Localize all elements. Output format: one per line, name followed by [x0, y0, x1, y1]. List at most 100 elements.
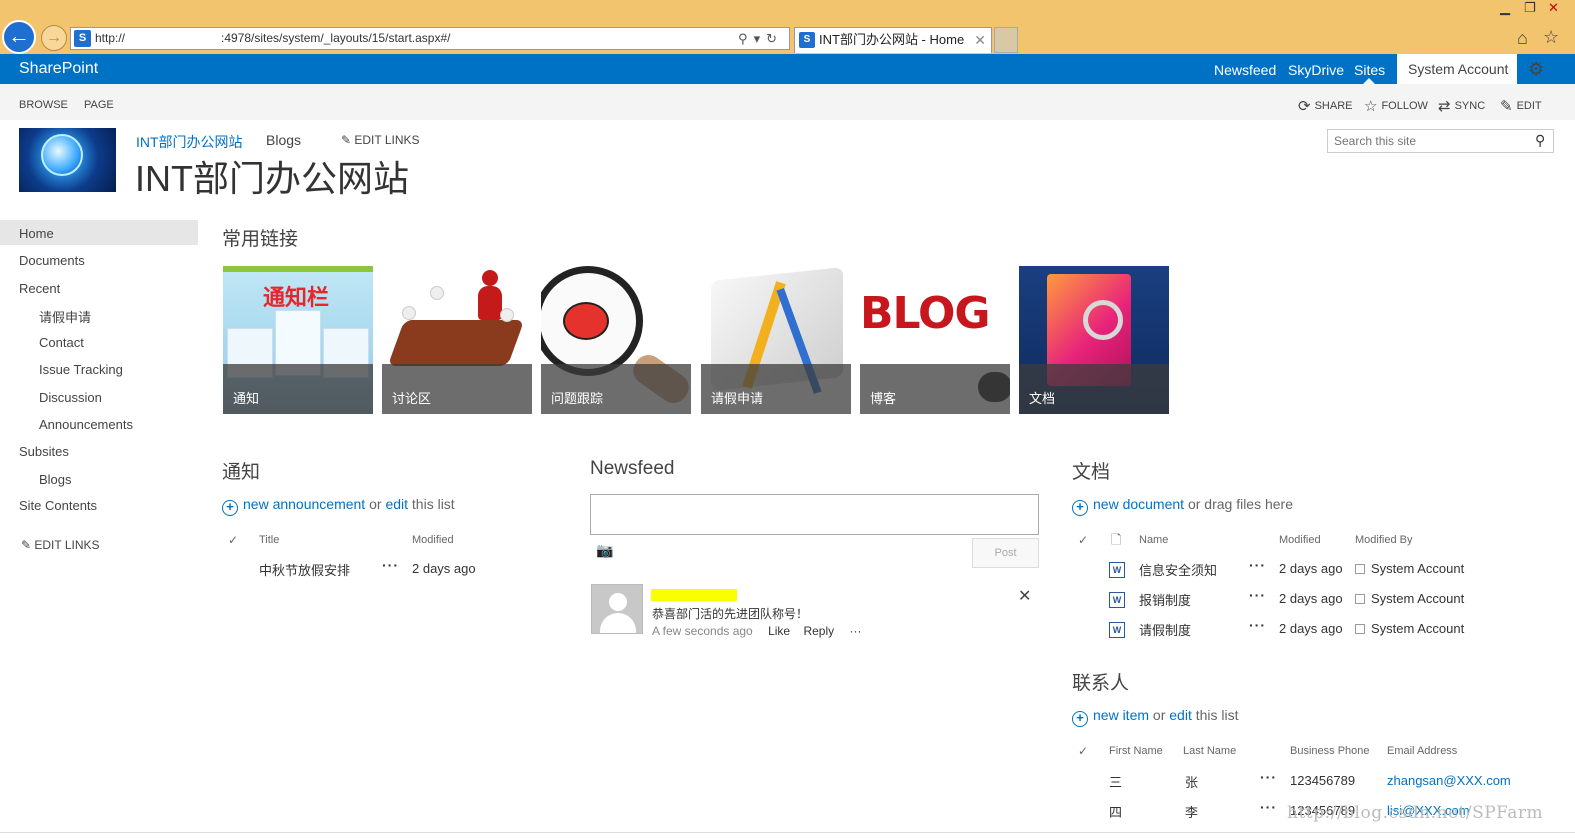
select-all-check-icon[interactable]: ✓ [1078, 533, 1088, 547]
leftnav-edit-links[interactable]: ✎ EDIT LINKS [21, 538, 100, 552]
tab-page[interactable]: PAGE [84, 99, 114, 111]
this-list-label: this list [411, 496, 455, 512]
tile-blog[interactable]: BLOG 博客 [860, 266, 1010, 414]
contact-first-name[interactable]: 四 [1109, 802, 1122, 821]
reply-link[interactable]: Reply [803, 624, 834, 638]
contact-email-link[interactable]: zhangsan@XXX.com [1387, 773, 1511, 788]
col-email[interactable]: Email Address [1387, 745, 1457, 757]
new-tab-button[interactable] [994, 27, 1018, 53]
col-title[interactable]: Title [259, 534, 279, 546]
address-tools-icon[interactable]: ⚲▾↻ [738, 28, 783, 49]
leftnav-recent[interactable]: Recent [19, 281, 60, 296]
col-name[interactable]: Name [1139, 534, 1168, 546]
item-menu-icon[interactable]: ··· [382, 557, 399, 573]
item-menu-icon[interactable]: ··· [1260, 769, 1277, 785]
tile-issue-tracking[interactable]: 问题跟踪 [541, 266, 691, 414]
forward-arrow-icon[interactable]: → [41, 25, 67, 51]
select-all-check-icon[interactable]: ✓ [228, 533, 238, 547]
leftnav-subsites[interactable]: Subsites [19, 444, 69, 459]
col-business-phone[interactable]: Business Phone [1290, 745, 1370, 757]
leftnav-site-contents[interactable]: Site Contents [19, 498, 97, 513]
leftnav-contact[interactable]: Contact [39, 335, 84, 350]
item-menu-icon[interactable]: ··· [1249, 587, 1266, 603]
tile-leave-request[interactable]: 请假申请 [701, 266, 851, 414]
announcement-title-link[interactable]: 中秋节放假安排 [259, 560, 350, 579]
topnav-blogs-link[interactable]: Blogs [266, 132, 301, 148]
doc-name-link[interactable]: 报销制度 [1139, 590, 1191, 609]
doc-modified-by[interactable]: System Account [1355, 591, 1464, 606]
topnav-home-link[interactable]: INT部门办公网站 [136, 132, 243, 152]
plus-circle-icon[interactable]: + [222, 500, 238, 516]
site-logo[interactable] [19, 128, 116, 192]
post-meta: A few seconds ago Like Reply ··· [652, 624, 861, 638]
minimize-icon[interactable]: ▁ [1500, 0, 1510, 16]
suite-link-skydrive[interactable]: SkyDrive [1288, 62, 1344, 78]
home-icon[interactable]: ⌂ [1517, 28, 1528, 49]
tab-close-icon[interactable]: ✕ [974, 28, 986, 52]
select-all-check-icon[interactable]: ✓ [1078, 744, 1088, 758]
new-item-link[interactable]: new item [1093, 707, 1149, 723]
leftnav-discussion[interactable]: Discussion [39, 390, 102, 405]
close-icon[interactable]: ✕ [1018, 586, 1031, 606]
address-bar[interactable]: S http:// :4978/sites/system/_layouts/15… [70, 27, 790, 50]
item-menu-icon[interactable]: ··· [1249, 617, 1266, 633]
post-author-redacted[interactable] [651, 589, 737, 601]
tile-notice-banner: 通知栏 [263, 285, 330, 310]
browser-tab[interactable]: S INT部门办公网站 - Home ✕ [794, 27, 992, 53]
favorites-star-icon[interactable]: ☆ [1543, 27, 1559, 48]
edit-list-link[interactable]: edit [385, 496, 408, 512]
sync-button[interactable]: ⇄ SYNC [1438, 97, 1485, 115]
item-menu-icon[interactable]: ··· [1260, 799, 1277, 815]
search-icon[interactable]: ⚲ [1535, 132, 1545, 149]
tile-caption: 博客 [860, 364, 1010, 414]
close-window-icon[interactable]: ✕ [1548, 0, 1559, 16]
contact-first-name[interactable]: 三 [1109, 772, 1122, 791]
doc-modified-by[interactable]: System Account [1355, 561, 1464, 576]
edit-list-link[interactable]: edit [1169, 707, 1192, 723]
newsfeed-post-input[interactable] [590, 494, 1039, 535]
leftnav-blogs[interactable]: Blogs [39, 472, 72, 487]
tile-documents[interactable]: 文档 [1019, 266, 1169, 414]
follow-button[interactable]: ☆ FOLLOW [1364, 97, 1428, 115]
col-modified[interactable]: Modified [412, 534, 454, 546]
new-document-link[interactable]: new document [1093, 496, 1184, 512]
doc-name-link[interactable]: 请假制度 [1139, 620, 1191, 639]
topnav-edit-links[interactable]: ✎ EDIT LINKS [341, 133, 420, 147]
tile-notice[interactable]: 通知栏 通知 [223, 266, 373, 414]
more-link[interactable]: ··· [849, 624, 861, 638]
follow-label: FOLLOW [1381, 100, 1428, 112]
plus-circle-icon[interactable]: + [1072, 711, 1088, 727]
post-button[interactable]: Post [972, 538, 1039, 568]
leftnav-leave-request[interactable]: 请假申请 [39, 307, 91, 326]
tab-browse[interactable]: BROWSE [19, 99, 68, 111]
share-button[interactable]: ⟳ SHARE [1298, 97, 1352, 115]
restore-icon[interactable]: ❐ [1524, 0, 1536, 16]
back-arrow-icon[interactable]: ← [2, 20, 36, 54]
col-last-name[interactable]: Last Name [1183, 745, 1236, 757]
col-first-name[interactable]: First Name [1109, 745, 1163, 757]
account-menu[interactable]: System Account ▾ [1397, 54, 1517, 107]
leftnav-announcements[interactable]: Announcements [39, 417, 133, 432]
item-menu-icon[interactable]: ··· [1249, 557, 1266, 573]
suite-link-newsfeed[interactable]: Newsfeed [1214, 62, 1276, 78]
new-announcement-link[interactable]: new announcement [243, 496, 365, 512]
doc-modified-by[interactable]: System Account [1355, 621, 1464, 636]
camera-icon[interactable]: 📷 [596, 542, 613, 559]
brand-label[interactable]: SharePoint [19, 60, 98, 78]
doc-name-link[interactable]: 信息安全须知 [1139, 560, 1217, 579]
tile-discussion[interactable]: 讨论区 [382, 266, 532, 414]
like-link[interactable]: Like [768, 624, 790, 638]
col-modified[interactable]: Modified [1279, 534, 1321, 546]
leftnav-documents[interactable]: Documents [19, 253, 85, 268]
announcement-modified: 2 days ago [412, 561, 476, 576]
ie-favicon-icon: S [74, 30, 91, 47]
suite-link-sites[interactable]: Sites [1354, 62, 1385, 78]
avatar[interactable] [591, 584, 643, 634]
col-modified-by[interactable]: Modified By [1355, 534, 1412, 546]
leftnav-home[interactable]: Home [19, 226, 54, 241]
leftnav-issue-tracking[interactable]: Issue Tracking [39, 362, 123, 377]
gear-icon[interactable]: ⚙ [1528, 59, 1544, 80]
plus-circle-icon[interactable]: + [1072, 500, 1088, 516]
edit-button[interactable]: ✎ EDIT [1500, 97, 1542, 115]
search-input[interactable] [1327, 129, 1554, 153]
